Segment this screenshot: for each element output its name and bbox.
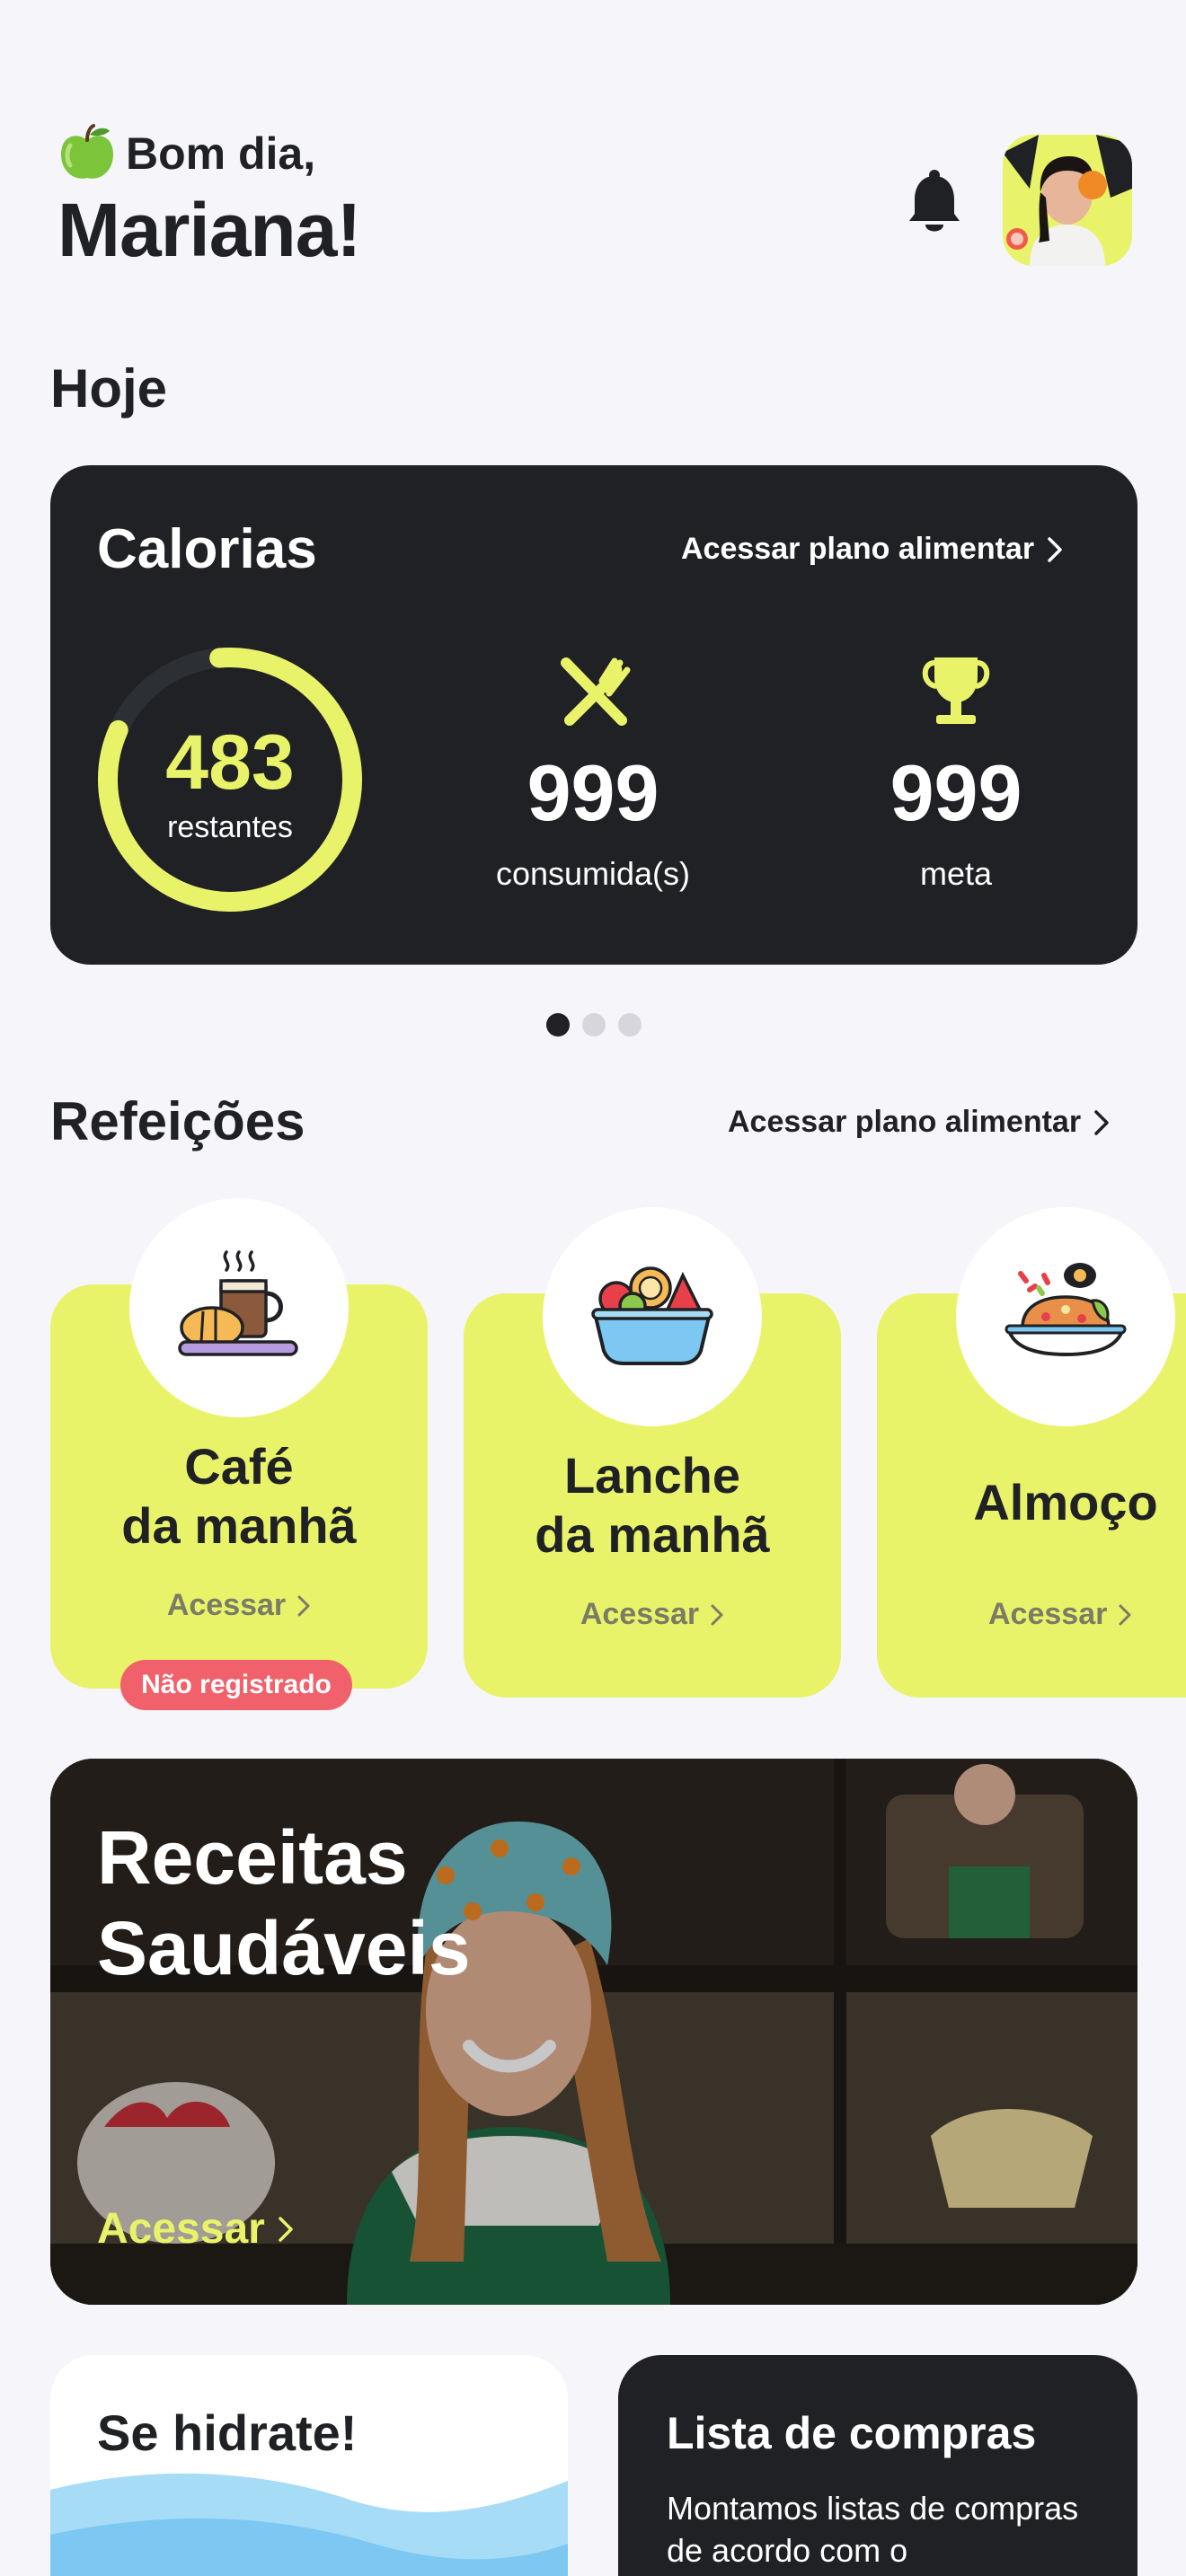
fork-knife-icon — [561, 657, 631, 726]
meal-access-breakfast[interactable]: Acessar — [50, 1588, 428, 1623]
section-title-today: Hoje — [50, 358, 168, 419]
greeting-row: Bom dia, — [58, 124, 315, 183]
carousel-dots — [546, 1013, 642, 1037]
chevron-right-icon — [1119, 1604, 1131, 1625]
recipes-title: Receitas Saudáveis — [97, 1815, 471, 1990]
calories-remaining-label: restantes — [167, 810, 293, 844]
section-title-meals: Refeições — [50, 1091, 305, 1151]
water-wave — [50, 2473, 568, 2576]
calories-plan-link[interactable]: Acessar plano alimentar — [681, 532, 1063, 567]
meal-access-morning-snack[interactable]: Acessar — [464, 1597, 841, 1632]
shopping-list-title: Lista de compras — [667, 2408, 1037, 2458]
calories-consumed-label: consumida(s) — [495, 855, 691, 892]
fruit-bowl-icon — [591, 1266, 713, 1365]
lunch-plate-icon — [1005, 1263, 1127, 1357]
carousel-dot-3[interactable] — [618, 1013, 642, 1037]
meal-image-lunch — [956, 1207, 1175, 1426]
meal-title-lunch: Almoço — [973, 1474, 1158, 1531]
meal-image-breakfast — [129, 1198, 349, 1417]
calories-goal-value: 999 — [890, 748, 1022, 837]
meal-access-lunch[interactable]: Acessar — [931, 1597, 1186, 1632]
chevron-right-icon — [297, 1595, 310, 1616]
bell-icon[interactable] — [906, 169, 963, 235]
chevron-right-icon — [711, 1604, 723, 1625]
meal-title-morning-snack: Lanche da manhã — [535, 1447, 770, 1564]
chevron-right-icon — [1094, 1109, 1109, 1135]
shopping-list-description: Montamos listas de compras de acordo com… — [667, 2490, 1079, 2569]
hydration-title: Se hidrate! — [97, 2404, 358, 2461]
recipes-access-link[interactable]: Acessar — [97, 2204, 294, 2254]
meals-plan-link-label: Acessar plano alimentar — [728, 1105, 1082, 1139]
greeting-text: Bom dia, — [126, 128, 316, 179]
calories-goal-label: meta — [919, 855, 993, 892]
calories-consumed-value: 999 — [527, 748, 659, 837]
calories-remaining-value: 483 — [165, 719, 295, 806]
meal-title-breakfast: Café da manhã — [121, 1438, 357, 1555]
meal-image-morning-snack — [543, 1207, 762, 1426]
green-apple-icon — [61, 124, 113, 179]
hydration-card[interactable] — [50, 2355, 568, 2576]
user-name: Mariana! — [58, 188, 361, 272]
carousel-dot-2[interactable] — [582, 1013, 606, 1037]
trophy-icon — [922, 657, 990, 724]
chevron-right-icon — [1048, 536, 1062, 562]
chevron-right-icon — [279, 2216, 293, 2242]
avatar[interactable] — [1003, 135, 1132, 266]
meals-plan-link[interactable]: Acessar plano alimentar — [728, 1105, 1110, 1140]
calories-plan-link-label: Acessar plano alimentar — [681, 532, 1035, 566]
coffee-bread-icon — [178, 1250, 298, 1356]
carousel-dot-1[interactable] — [546, 1013, 570, 1037]
status-badge: Não registrado — [120, 1660, 352, 1710]
calories-title: Calorias — [97, 518, 317, 580]
